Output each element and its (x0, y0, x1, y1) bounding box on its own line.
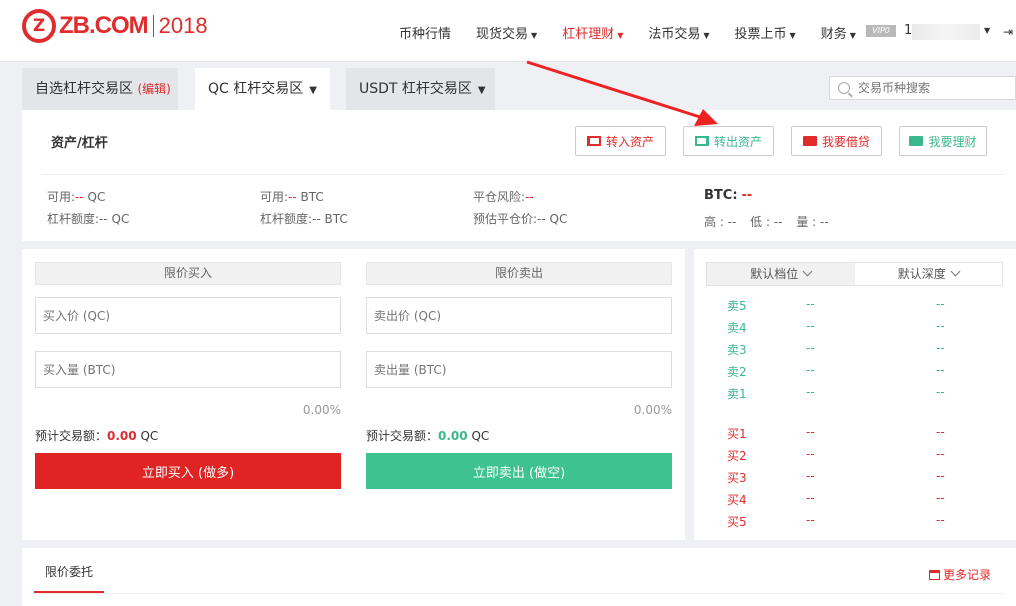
asset-title: 资产/杠杆 (51, 136, 108, 151)
nav-item-market[interactable]: 币种行情 (399, 23, 451, 42)
coin-search[interactable] (829, 76, 1016, 100)
chevron-down-icon: ▼ (789, 30, 796, 40)
zb-logo[interactable]: Z ZB.COM 2018 (22, 9, 208, 43)
vip-badge: VIP0 (866, 25, 896, 37)
chevron-down-icon (950, 266, 961, 277)
tab-favorites[interactable]: 自选杠杆交易区 (编辑) (22, 68, 178, 110)
credit-card-icon (802, 136, 817, 146)
trade-panel: 限价买入 0.00% 预计交易额：0.00 QC 立即买入 (做多) 限价卖出 … (22, 249, 685, 540)
tab-default-depth[interactable]: 默认深度 (855, 263, 1003, 285)
high-price: 高 : -- (704, 215, 737, 229)
chevron-down-icon (802, 266, 813, 277)
transfer-in-button[interactable]: 转入资产 (575, 126, 666, 156)
tab-qc-margin[interactable]: QC 杠杆交易区 ▼ (195, 68, 330, 110)
liquidation-risk: 平仓风险:-- (473, 190, 534, 204)
ask-row[interactable]: 卖5 -- -- (727, 297, 947, 313)
estimated-liquidation-price: 预估平仓价:-- QC (473, 212, 568, 226)
btc-price-label: BTC: -- (704, 188, 753, 203)
bid-row[interactable]: 买5 -- -- (727, 513, 947, 529)
sell-estimated-amount: 预计交易额：0.00 QC (366, 429, 490, 443)
zb-logo-icon: Z (22, 9, 56, 43)
triangle-down-icon: ▼ (309, 85, 317, 96)
buy-percent: 0.00% (302, 403, 341, 417)
buy-form-header: 限价买入 (35, 262, 341, 285)
transfer-out-icon (694, 136, 709, 146)
price-stats: 高 : -- 低 : -- 量 : -- (704, 213, 839, 230)
tab-limit-orders[interactable]: 限价委托 (45, 563, 93, 580)
sell-short-button[interactable]: 立即卖出 (做空) (366, 453, 672, 489)
bid-row[interactable]: 买3 -- -- (727, 469, 947, 485)
chevron-down-icon: ▼ (617, 30, 624, 40)
buy-long-button[interactable]: 立即买入 (做多) (35, 453, 341, 489)
sell-form: 限价卖出 0.00% 预计交易额：0.00 QC 立即卖出 (做空) (366, 262, 672, 489)
sell-price-input[interactable] (366, 297, 672, 334)
chevron-down-icon: ▼ (849, 30, 856, 40)
sell-percent: 0.00% (633, 403, 672, 417)
transfer-out-button[interactable]: 转出资产 (683, 126, 774, 156)
search-input[interactable] (858, 81, 1008, 95)
sell-form-header: 限价卖出 (366, 262, 672, 285)
more-records-link[interactable]: 更多记录 (929, 566, 991, 583)
logo-year: 2018 (158, 13, 208, 38)
orders-panel: 限价委托 更多记录 (22, 548, 1016, 606)
bid-row[interactable]: 买2 -- -- (727, 447, 947, 463)
edit-favorites-link[interactable]: (编辑) (137, 82, 170, 96)
calendar-icon (929, 570, 940, 580)
main-nav: 币种行情 现货交易 ▼ 杠杆理财 ▼ 法币交易 ▼ 投票上币 ▼ 财务 ▼ (399, 22, 881, 42)
arrow-shaft (526, 60, 701, 119)
nav-item-spot-trade[interactable]: 现货交易 ▼ (476, 23, 537, 42)
bid-row[interactable]: 买1 -- -- (727, 425, 947, 441)
low-price: 低 : -- (750, 215, 783, 229)
nav-item-margin-finance[interactable]: 杠杆理财 ▼ (562, 23, 623, 42)
buy-price-input[interactable] (35, 297, 341, 334)
tab-usdt-margin[interactable]: USDT 杠杆交易区 ▼ (346, 68, 495, 110)
nav-item-finance[interactable]: 财务 ▼ (821, 23, 856, 42)
ask-row[interactable]: 卖2 -- -- (727, 363, 947, 379)
wallet-icon (909, 136, 924, 146)
volume: 量 : -- (796, 215, 829, 229)
bid-row[interactable]: 买4 -- -- (727, 491, 947, 507)
asset-divider (42, 174, 1005, 175)
search-icon (838, 82, 850, 94)
tab-divider (34, 593, 1004, 594)
chevron-down-icon[interactable]: ▼ (984, 26, 990, 35)
chevron-down-icon: ▼ (531, 30, 538, 40)
logout-icon[interactable]: ⇥ (1003, 25, 1013, 39)
available-btc: 可用:-- BTC (260, 190, 324, 204)
margin-limit-qc: 杠杆额度:-- QC (47, 212, 130, 226)
ask-row[interactable]: 卖1 -- -- (727, 385, 947, 401)
ask-row[interactable]: 卖3 -- -- (727, 341, 947, 357)
borrow-button[interactable]: 我要借贷 (791, 126, 882, 156)
order-book-tabs: 默认档位 默认深度 (706, 262, 1003, 286)
ask-row[interactable]: 卖4 -- -- (727, 319, 947, 335)
logo-separator (152, 15, 154, 37)
sell-amount-input[interactable] (366, 351, 672, 388)
logo-text: ZB.COM (59, 12, 149, 39)
margin-limit-btc: 杠杆额度:-- BTC (260, 212, 348, 226)
available-qc: 可用:-- QC (47, 190, 106, 204)
invest-button[interactable]: 我要理财 (899, 126, 987, 156)
top-header: Z ZB.COM 2018 币种行情 现货交易 ▼ 杠杆理财 ▼ 法币交易 ▼ 投票上… (0, 0, 1016, 62)
order-book: 默认档位 默认深度 卖5 -- -- 卖4 -- -- 卖3 -- -- 卖2 -- -- 卖1… (694, 249, 1016, 540)
redacted-username (912, 24, 980, 40)
tab-default-levels[interactable]: 默认档位 (707, 263, 855, 285)
transfer-in-icon (586, 136, 601, 146)
buy-estimated-amount: 预计交易额：0.00 QC (35, 429, 159, 443)
nav-item-vote-listing[interactable]: 投票上币 ▼ (735, 23, 796, 42)
asset-panel: 资产/杠杆 转入资产 转出资产 我要借贷 我要理财 可用:-- QC 杠杆额度:… (22, 110, 1016, 241)
nav-item-fiat-trade[interactable]: 法币交易 ▼ (648, 23, 709, 42)
buy-amount-input[interactable] (35, 351, 341, 388)
buy-form: 限价买入 0.00% 预计交易额：0.00 QC 立即买入 (做多) (35, 262, 341, 489)
chevron-down-icon: ▼ (703, 30, 710, 40)
triangle-down-icon: ▼ (477, 85, 486, 96)
